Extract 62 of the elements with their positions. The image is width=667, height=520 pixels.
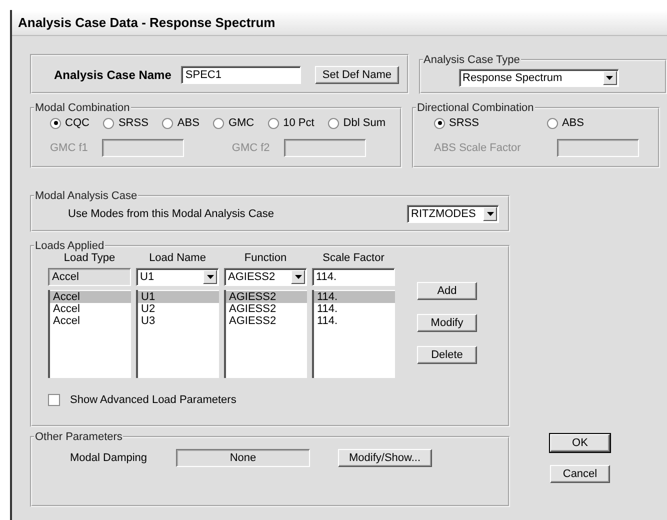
input-field[interactable]: SPEC1	[181, 66, 302, 84]
dropdown[interactable]: U1	[136, 268, 219, 286]
list-item[interactable]: U1	[138, 291, 219, 303]
radio-label: ABS	[562, 117, 584, 129]
list-item[interactable]: U3	[138, 315, 219, 327]
radio-button[interactable]	[268, 118, 280, 128]
list-item[interactable]: AGIESS2	[226, 291, 307, 303]
radio-label: 10 Pct	[283, 117, 314, 129]
radio-button[interactable]	[434, 118, 445, 128]
set-default-name-button[interactable]: Set Def Name	[315, 66, 398, 84]
field-label: Use Modes from this Modal Analysis Case	[68, 208, 274, 220]
field-label: ABS Scale Factor	[434, 142, 521, 154]
radio-label: SRSS	[449, 117, 479, 129]
radio-label: SRSS	[118, 117, 148, 129]
list-action-button[interactable]: Delete	[417, 346, 477, 364]
radio-label: CQC	[65, 117, 90, 129]
list-item[interactable]: 114.	[314, 291, 395, 303]
radio-button[interactable]	[50, 118, 61, 128]
list-item[interactable]: Accel	[50, 291, 131, 303]
radio-label: Dbl Sum	[343, 117, 386, 129]
field-label: GMC f2	[232, 142, 270, 154]
list-item[interactable]: AGIESS2	[226, 303, 307, 315]
radio-button[interactable]	[213, 118, 224, 128]
checkbox[interactable]	[48, 394, 60, 406]
group-label: Other Parameters	[35, 431, 122, 443]
input-field[interactable]: 114.	[312, 268, 395, 286]
field-label: Analysis Case Name	[54, 68, 172, 82]
list-item[interactable]: Accel	[50, 315, 131, 327]
dropdown[interactable]: RITZMODES	[407, 205, 499, 223]
list-action-button[interactable]: Add	[417, 282, 477, 300]
field-label: Modal Damping	[70, 452, 148, 464]
group-label: Modal Analysis Case	[35, 190, 138, 202]
dropdown[interactable]: Response Spectrum	[458, 69, 618, 87]
modify-show-button[interactable]: Modify/Show...	[338, 449, 432, 467]
window-title: Analysis Case Data - Response Spectrum	[18, 15, 276, 30]
column-header: Scale Factor	[322, 252, 386, 266]
group-label: Directional Combination	[417, 102, 534, 114]
list-item[interactable]: 114.	[314, 315, 395, 327]
radio-label: ABS	[177, 117, 200, 129]
field-label: GMC f1	[50, 142, 88, 154]
radio-button[interactable]	[162, 118, 174, 128]
radio-button[interactable]	[328, 118, 340, 128]
list-action-button[interactable]: Modify	[417, 314, 477, 332]
group-label: Modal Combination	[35, 102, 130, 114]
radio-button[interactable]	[103, 118, 114, 128]
column-header: Function	[243, 252, 288, 266]
radio-button[interactable]	[546, 118, 558, 128]
list-item[interactable]: Accel	[50, 303, 131, 315]
group-label: Loads Applied	[35, 240, 104, 252]
list-item[interactable]: AGIESS2	[226, 315, 307, 327]
list-item[interactable]: U2	[138, 303, 219, 315]
input-field[interactable]: Accel	[48, 268, 131, 286]
display-field: None	[176, 449, 310, 467]
list-item[interactable]: 114.	[314, 303, 395, 315]
group-label: Analysis Case Type	[424, 54, 520, 66]
dropdown[interactable]: AGIESS2	[224, 268, 307, 286]
dialog-button[interactable]: Cancel	[550, 465, 610, 483]
radio-label: GMC	[228, 117, 254, 129]
checkbox-label: Show Advanced Load Parameters	[70, 394, 236, 406]
column-header: Load Name	[148, 252, 207, 266]
dialog-button[interactable]: OK	[550, 434, 610, 452]
column-header: Load Type	[62, 252, 116, 266]
